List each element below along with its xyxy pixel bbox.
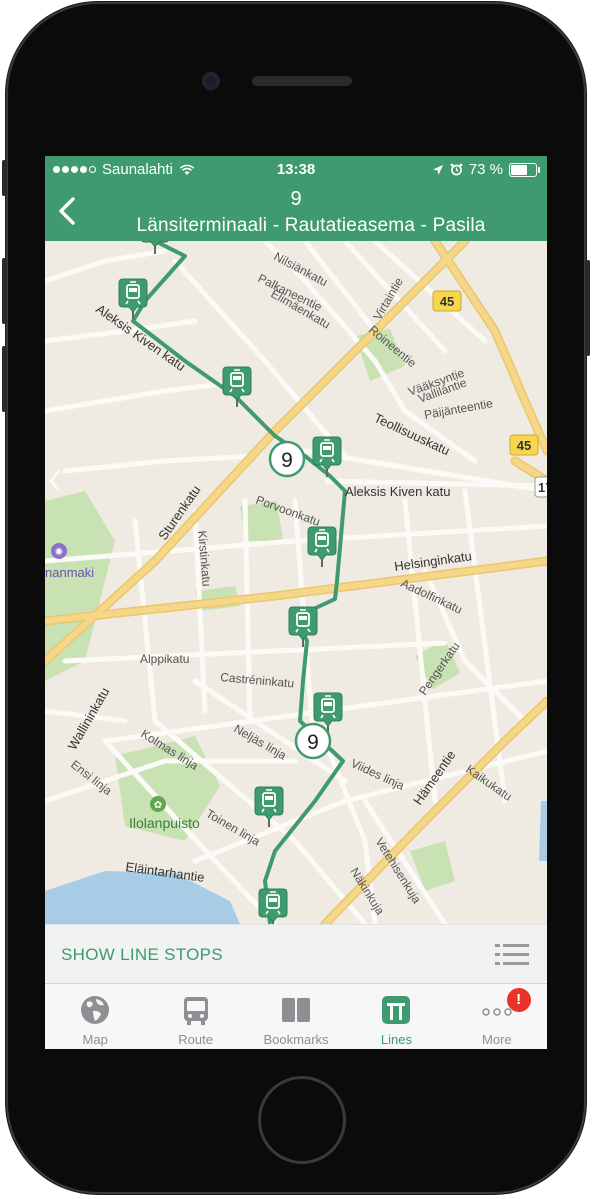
- volume-down-button: [2, 346, 7, 412]
- show-line-stops-button[interactable]: SHOW LINE STOPS: [61, 945, 223, 965]
- line-marker-label: 9: [307, 731, 319, 754]
- svg-text:17: 17: [538, 480, 547, 495]
- tab-bar: Map Route Bookmarks Lines ! More: [45, 983, 547, 1049]
- earpiece-speaker: [252, 76, 352, 86]
- home-button[interactable]: [258, 1076, 346, 1164]
- line-marker-9[interactable]: 9: [268, 440, 306, 478]
- alarm-icon: [450, 163, 463, 176]
- bus-icon: [183, 997, 208, 1025]
- tab-route[interactable]: Route: [145, 984, 245, 1049]
- route-name: Länsiterminaali - Rautatieasema - Pasila: [136, 215, 486, 236]
- battery-percent: 73 %: [468, 161, 503, 178]
- svg-text:nanmaki: nanmaki: [45, 565, 94, 580]
- svg-text:45: 45: [517, 438, 531, 453]
- svg-text:✿: ✿: [154, 800, 162, 811]
- svg-text:Aleksis Kiven katu: Aleksis Kiven katu: [345, 484, 451, 499]
- line-marker-9[interactable]: 9: [294, 722, 332, 760]
- svg-text:45: 45: [440, 294, 454, 309]
- road-badge: 45: [432, 290, 462, 312]
- tab-map[interactable]: Map: [45, 984, 145, 1049]
- map-view[interactable]: 9 9 Nilsiänkatu Palkaneentie Elimäenkatu…: [45, 241, 547, 924]
- line-number: 9: [290, 188, 302, 210]
- list-icon[interactable]: [495, 943, 529, 967]
- road-badge: 17: [534, 476, 547, 498]
- tab-bookmarks[interactable]: Bookmarks: [246, 984, 346, 1049]
- tab-label: Lines: [380, 1032, 412, 1047]
- location-arrow-icon: [432, 164, 443, 175]
- tram-lines-icon: [382, 996, 411, 1024]
- svg-text:Alppikatu: Alppikatu: [140, 652, 189, 666]
- status-bar: Saunalahti 13:38 73 %: [45, 156, 547, 184]
- svg-text:✺: ✺: [55, 547, 63, 558]
- power-button: [585, 260, 590, 356]
- tab-more[interactable]: ! More: [447, 984, 547, 1049]
- tab-label: Map: [82, 1032, 108, 1047]
- globe-icon: [81, 996, 110, 1024]
- volume-up-button: [2, 258, 7, 324]
- tab-lines[interactable]: Lines: [346, 984, 446, 1049]
- nav-bar: 9 Länsiterminaali - Rautatieasema - Pasi…: [45, 184, 547, 241]
- notification-badge: !: [506, 988, 531, 1012]
- front-camera: [202, 72, 220, 90]
- tab-label: Route: [178, 1032, 213, 1047]
- line-marker-label: 9: [281, 449, 293, 472]
- battery-icon: [509, 162, 540, 177]
- road-badge: 45: [509, 434, 539, 456]
- svg-text:Ilolanpuisto: Ilolanpuisto: [129, 815, 200, 831]
- silent-switch: [2, 160, 7, 196]
- app-screen: Saunalahti 13:38 73 % 9 Länsiterminaali …: [45, 156, 547, 1049]
- tab-label: Bookmarks: [263, 1032, 329, 1047]
- tab-label: More: [482, 1032, 512, 1047]
- book-icon: [282, 998, 311, 1022]
- show-line-stops-bar[interactable]: SHOW LINE STOPS: [45, 924, 547, 984]
